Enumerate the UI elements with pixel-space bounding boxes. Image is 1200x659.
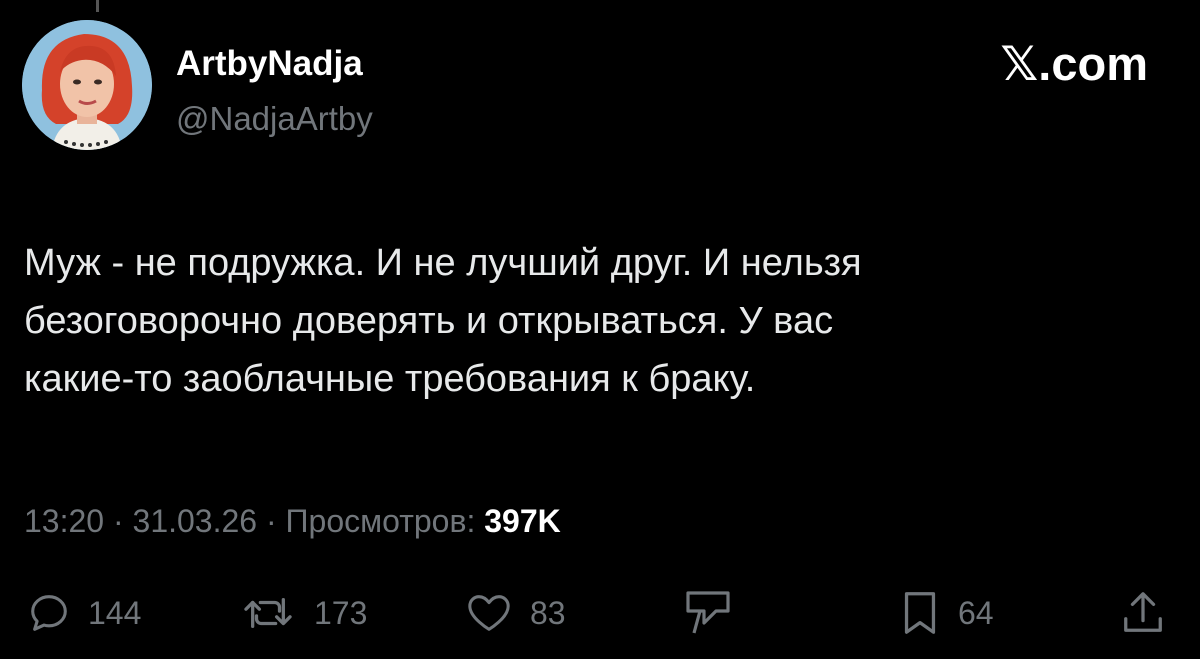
tweet-metadata: 13:20 · 31.03.26 · Просмотров: 397K (24, 500, 561, 542)
meta-separator: · (265, 503, 286, 539)
meta-separator: · (112, 503, 133, 539)
tweet-time[interactable]: 13:20 (24, 503, 104, 539)
bookmark-button[interactable]: 64 (898, 585, 994, 641)
tweet-text-line: Муж - не подружка. И не лучший друг. И н… (24, 242, 862, 284)
views-count: 397K (484, 503, 561, 539)
tweet-action-bar: 144 173 83 64 (0, 585, 1200, 645)
share-icon (1124, 592, 1162, 632)
top-divider-mark (96, 0, 99, 12)
author-handle[interactable]: @NadjaArtby (176, 99, 373, 139)
views-label: Просмотров: (285, 503, 476, 539)
repost-button[interactable]: 173 (238, 585, 367, 641)
tweet-text: Муж - не подружка. И не лучший друг. И н… (24, 234, 1174, 408)
repost-count: 173 (314, 594, 368, 631)
bookmark-count: 64 (958, 594, 994, 631)
like-button[interactable]: 83 (464, 585, 566, 641)
reply-icon (31, 595, 67, 631)
tweet-date[interactable]: 31.03.26 (133, 503, 258, 539)
grok-button[interactable] (682, 585, 734, 641)
heart-icon (468, 595, 510, 631)
author-display-name[interactable]: ArtbyNadja (176, 44, 363, 84)
tweet-text-line: какие-то заоблачные требования к браку. (24, 358, 756, 400)
bookmark-icon (904, 592, 936, 634)
repost-icon (244, 597, 292, 629)
profile-avatar[interactable] (22, 20, 152, 150)
like-count: 83 (530, 594, 566, 631)
reply-count: 144 (88, 594, 142, 631)
grok-icon (686, 591, 730, 634)
reply-button[interactable]: 144 (26, 585, 141, 641)
tweet-text-line: безоговорочно доверять и открываться. У … (24, 300, 834, 342)
share-button[interactable] (1120, 585, 1166, 641)
x-brand-logo: 𝕏.com (1000, 37, 1148, 90)
avatar-portrait-icon (22, 20, 152, 150)
